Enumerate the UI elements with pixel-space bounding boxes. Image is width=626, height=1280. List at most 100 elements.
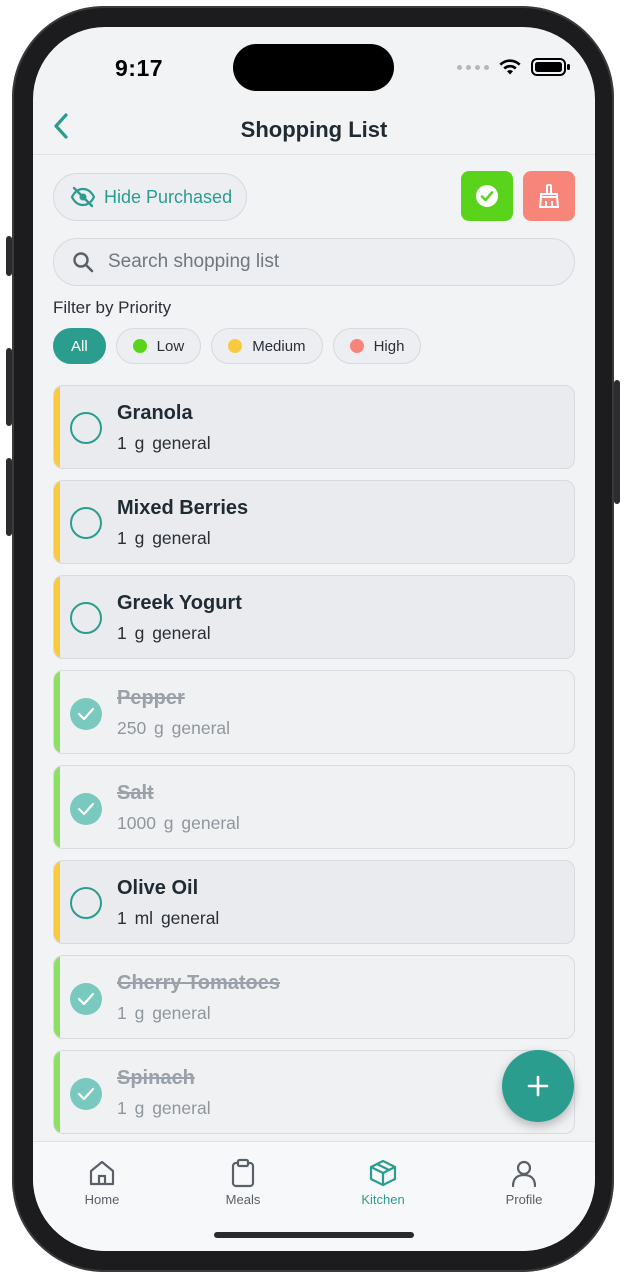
broom-icon — [538, 184, 560, 208]
item-meta: 1 g general — [117, 1098, 211, 1119]
item-category: general — [152, 433, 211, 453]
item-qty: 250 g — [117, 718, 164, 738]
header: Shopping List — [33, 97, 595, 155]
tab-label: Home — [84, 1192, 120, 1207]
page-title: Shopping List — [240, 117, 388, 142]
volume-up-button — [6, 348, 12, 426]
clear-purchased-button[interactable] — [523, 171, 575, 221]
shopping-list: Granola 1 g general Mixed Berries 1 g ge… — [53, 385, 575, 1145]
unchecked-circle-icon[interactable] — [70, 507, 102, 539]
item-category: general — [181, 813, 240, 833]
list-item[interactable]: Granola 1 g general — [53, 385, 575, 469]
item-name: Cherry Tomatoes — [117, 972, 281, 994]
checked-circle-icon[interactable] — [70, 1078, 102, 1110]
search-input[interactable] — [108, 251, 548, 273]
item-name: Pepper — [117, 687, 185, 709]
item-qty: 1 g — [117, 528, 145, 548]
list-item[interactable]: Salt 1000 g general — [53, 765, 575, 849]
priority-filter-chips: All Low Medium High — [53, 328, 422, 364]
tab-kitchen[interactable]: Kitchen — [333, 1158, 433, 1207]
priority-bar — [54, 481, 60, 563]
chip-label: Low — [156, 337, 185, 355]
plus-icon — [527, 1075, 549, 1097]
priority-bar — [54, 766, 60, 848]
item-name: Mixed Berries — [117, 497, 249, 519]
tab-meals[interactable]: Meals — [193, 1158, 293, 1207]
search-icon — [73, 252, 94, 273]
status-time: 9:17 — [115, 55, 164, 81]
chip-high[interactable]: High — [332, 328, 422, 364]
hide-purchased-button[interactable]: Hide Purchased — [53, 173, 247, 221]
item-meta: 1000 g general — [117, 813, 240, 834]
checked-circle-icon[interactable] — [70, 983, 102, 1015]
list-item[interactable]: Pepper 250 g general — [53, 670, 575, 754]
item-name: Granola — [117, 402, 193, 424]
list-item[interactable]: Mixed Berries 1 g general — [53, 480, 575, 564]
unchecked-circle-icon[interactable] — [70, 887, 102, 919]
item-meta: 250 g general — [117, 718, 230, 739]
box-icon — [369, 1159, 397, 1187]
tab-profile[interactable]: Profile — [474, 1158, 574, 1207]
item-meta: 1 g general — [117, 1003, 211, 1024]
status-icons — [457, 57, 571, 77]
item-category: general — [152, 623, 211, 643]
add-item-button[interactable] — [502, 1050, 574, 1122]
hide-purchased-label: Hide Purchased — [104, 186, 233, 207]
item-name: Spinach — [117, 1067, 195, 1089]
priority-bar — [54, 1051, 60, 1133]
low-priority-dot-icon — [132, 339, 147, 353]
item-meta: 1 g general — [117, 433, 211, 454]
wifi-icon — [499, 59, 521, 75]
item-meta: 1 g general — [117, 623, 211, 644]
chip-label: All — [71, 337, 88, 355]
item-category: general — [152, 1003, 211, 1023]
mark-all-purchased-button[interactable] — [461, 171, 513, 221]
action-button — [6, 236, 12, 276]
item-qty: 1 g — [117, 1098, 145, 1118]
search-bar[interactable] — [53, 238, 575, 286]
filter-label: Filter by Priority — [53, 298, 172, 317]
priority-bar — [54, 576, 60, 658]
item-qty: 1 g — [117, 623, 145, 643]
list-item[interactable]: Olive Oil 1 ml general — [53, 860, 575, 944]
unchecked-circle-icon[interactable] — [70, 602, 102, 634]
medium-priority-dot-icon — [228, 339, 243, 353]
high-priority-dot-icon — [349, 339, 364, 353]
volume-down-button — [6, 458, 12, 536]
tab-home[interactable]: Home — [52, 1158, 152, 1207]
item-qty: 1 g — [117, 433, 145, 453]
priority-bar — [54, 861, 60, 943]
chip-medium[interactable]: Medium — [211, 328, 323, 364]
item-category: general — [152, 528, 211, 548]
list-item[interactable]: Spinach 1 g general — [53, 1050, 575, 1134]
priority-bar — [54, 956, 60, 1038]
checked-circle-icon[interactable] — [70, 698, 102, 730]
item-name: Salt — [117, 782, 154, 804]
unchecked-circle-icon[interactable] — [70, 412, 102, 444]
item-qty: 1000 g — [117, 813, 174, 833]
item-name: Olive Oil — [117, 877, 199, 899]
home-icon — [89, 1160, 115, 1186]
battery-icon — [531, 58, 570, 76]
chip-label: Medium — [252, 337, 306, 355]
home-indicator — [214, 1232, 414, 1238]
item-meta: 1 g general — [117, 528, 211, 549]
item-category: general — [152, 1098, 211, 1118]
clipboard-icon — [231, 1158, 255, 1188]
chip-all[interactable]: All — [53, 328, 106, 364]
list-item[interactable]: Greek Yogurt 1 g general — [53, 575, 575, 659]
item-qty: 1 ml — [117, 908, 154, 928]
priority-bar — [54, 671, 60, 753]
tab-label: Kitchen — [361, 1192, 405, 1207]
checked-circle-icon[interactable] — [70, 793, 102, 825]
item-qty: 1 g — [117, 1003, 145, 1023]
chip-low[interactable]: Low — [115, 328, 202, 364]
dynamic-island — [233, 44, 394, 91]
item-category: general — [171, 718, 231, 738]
signal-dots-icon — [457, 64, 489, 70]
check-circle-icon — [476, 185, 498, 207]
item-category: general — [160, 908, 220, 928]
list-item[interactable]: Cherry Tomatoes 1 g general — [53, 955, 575, 1039]
chip-label: High — [373, 337, 405, 355]
app-screen: 9:17 Shopping List Hide Purchased Search… — [33, 27, 595, 1251]
